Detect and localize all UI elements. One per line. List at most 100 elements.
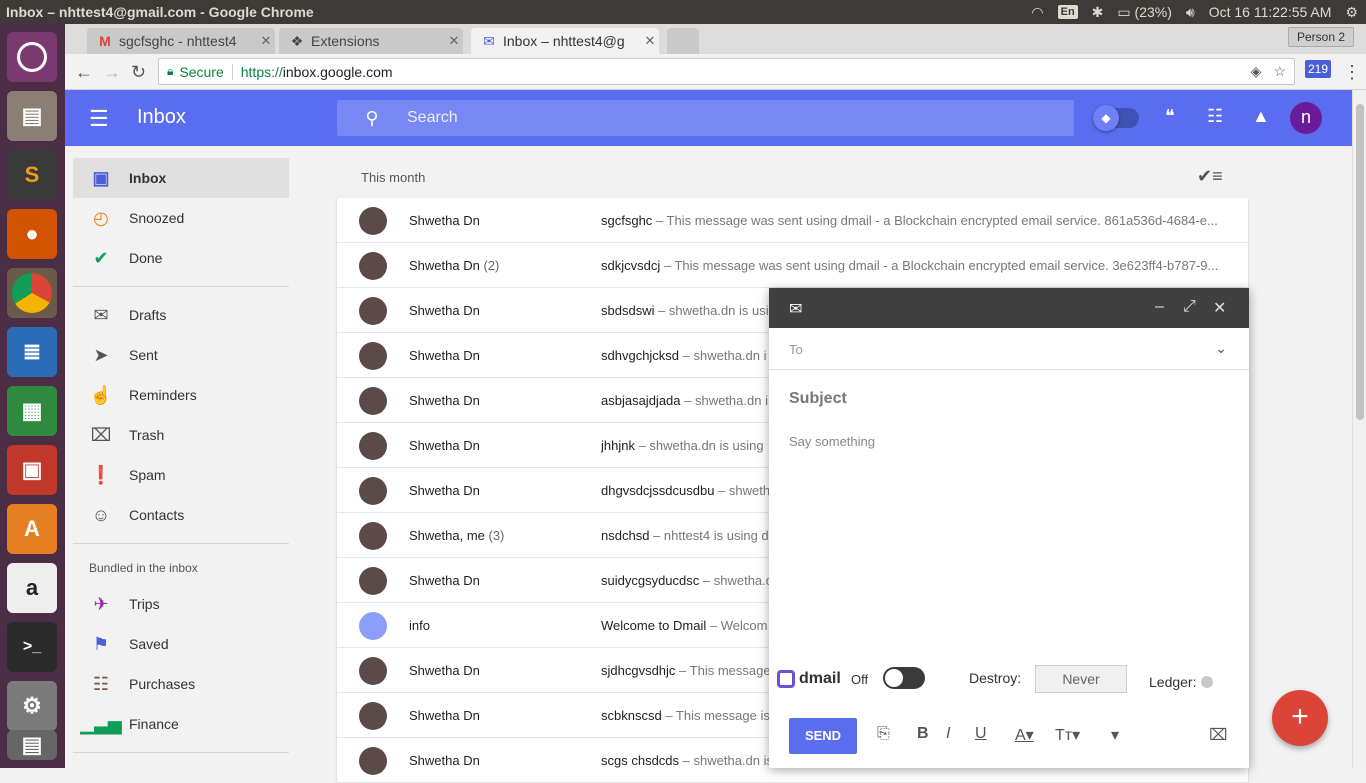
message-row[interactable]: Shwetha Dn (2) sdkjcvsdcj – This message … (337, 243, 1248, 288)
sidebar-item-done[interactable]: ✔ Done (73, 238, 289, 278)
trash-launcher-icon[interactable]: ▤ (7, 730, 57, 760)
bluetooth-icon[interactable]: ✱ (1092, 4, 1104, 21)
tab-extensions[interactable]: ❖ Extensions ✕ (279, 28, 463, 54)
subject-field[interactable]: Subject (789, 390, 847, 408)
impress-icon[interactable]: ▣ (7, 445, 57, 495)
sender-avatar[interactable] (359, 567, 387, 595)
sidebar-item-inbox[interactable]: ▣ Inbox (73, 158, 289, 198)
sender-avatar[interactable] (359, 252, 387, 280)
sender-avatar[interactable] (359, 702, 387, 730)
more-formatting-icon[interactable]: ▾ (1111, 725, 1119, 745)
mark-all-done-icon[interactable]: ✔≡ (1197, 166, 1223, 187)
reload-icon[interactable]: ↻ (131, 62, 146, 83)
compose-fab-button[interactable]: + (1272, 690, 1328, 746)
notifications-bell-icon[interactable]: ▲ (1252, 106, 1270, 127)
tab-inbox[interactable]: ✉ Inbox – nhttest4@g ✕ (471, 28, 659, 54)
dmail-encrypt-toggle[interactable] (883, 667, 925, 689)
text-color-icon[interactable]: A▾ (1015, 725, 1034, 745)
profile-button[interactable]: Person 2 (1287, 27, 1354, 47)
ubuntu-dash-icon[interactable] (7, 32, 57, 82)
scrollbar-thumb[interactable] (1356, 104, 1364, 420)
pin-icon: ◆ (1093, 105, 1119, 131)
contact-icon: ☺ (91, 504, 111, 525)
sidebar-item-reminders[interactable]: ☝ Reminders (73, 375, 289, 415)
bold-icon[interactable]: B (917, 725, 929, 743)
ledger-toggle[interactable] (1201, 676, 1213, 688)
tab-gmail[interactable]: M sgcfsghc - nhttest4 ✕ (87, 28, 275, 54)
pinned-toggle[interactable]: ◆ (1093, 105, 1139, 131)
chrome-menu-icon[interactable]: ⋮ (1343, 62, 1361, 83)
message-preview: – shwetha.dn i (679, 347, 767, 363)
sender-avatar[interactable] (359, 297, 387, 325)
close-icon[interactable]: ✕ (257, 33, 275, 49)
system-settings-icon[interactable]: ⚙ (7, 681, 57, 731)
sidebar-item-contacts[interactable]: ☺ Contacts (73, 495, 289, 535)
close-icon[interactable]: ✕ (641, 33, 659, 49)
font-size-icon[interactable]: Tт▾ (1055, 725, 1080, 745)
amazon-icon[interactable]: a (7, 563, 57, 613)
settings-gear-icon[interactable]: ⚙ (1345, 4, 1358, 21)
extension-badge[interactable]: 219 (1305, 60, 1332, 78)
clock[interactable]: Oct 16 11:22:55 AM (1209, 4, 1332, 20)
sender-avatar[interactable] (359, 477, 387, 505)
url-host: inbox.google.com (282, 63, 393, 80)
hangouts-icon[interactable]: ❝ (1165, 106, 1175, 127)
wifi-icon[interactable]: ◠ (1031, 4, 1043, 21)
software-center-icon[interactable]: A (7, 504, 57, 554)
terminal-icon[interactable]: >_ (7, 622, 57, 672)
sender-avatar[interactable] (359, 207, 387, 235)
body-field[interactable]: Say something (789, 434, 875, 449)
compose-window: ✉ – ⤢ ✕ To ⌄ Subject Say something dmail… (769, 288, 1249, 768)
chart-icon: ▁▃▅ (80, 713, 122, 734)
sidebar-item-drafts[interactable]: ✉ Drafts (73, 295, 289, 335)
address-bar[interactable]: 🔒︎ Secure https://inbox.google.com ◈ ☆ (158, 58, 1295, 85)
minimize-icon[interactable]: – (1155, 298, 1164, 316)
close-icon[interactable]: ✕ (1213, 298, 1226, 318)
sender-avatar[interactable] (359, 522, 387, 550)
writer-icon[interactable]: ≣ (7, 327, 57, 377)
sender-avatar[interactable] (359, 387, 387, 415)
underline-icon[interactable]: U (975, 725, 987, 743)
sender-avatar[interactable] (359, 657, 387, 685)
sidebar-item-trash[interactable]: ⌧ Trash (73, 415, 289, 455)
forward-icon[interactable]: → (103, 62, 121, 83)
sidebar-item-snoozed[interactable]: ◴ Snoozed (73, 198, 289, 238)
files-icon[interactable]: ▤ (7, 91, 57, 141)
sidebar-item-trips[interactable]: ✈ Trips (73, 584, 289, 624)
calc-icon[interactable]: ▦ (7, 386, 57, 436)
firefox-icon[interactable]: ● (7, 209, 57, 259)
account-avatar[interactable]: n (1290, 102, 1322, 134)
sender-avatar[interactable] (359, 747, 387, 775)
hamburger-menu-icon[interactable]: ☰ (89, 106, 109, 132)
message-row[interactable]: Shwetha Dn sgcfsghc – This message was s… (337, 198, 1248, 243)
send-button[interactable]: SEND (789, 718, 857, 754)
battery-indicator[interactable]: ▭ (23%) (1117, 4, 1171, 21)
page-scrollbar[interactable] (1352, 90, 1366, 768)
chevron-down-icon[interactable]: ⌄ (1215, 340, 1227, 357)
to-field[interactable]: To ⌄ (769, 328, 1249, 370)
italic-icon[interactable]: I (946, 725, 950, 743)
input-language[interactable]: En (1057, 5, 1078, 19)
view-site-info-icon[interactable]: ◈ (1251, 63, 1262, 80)
sublime-text-icon[interactable]: S (7, 150, 57, 200)
close-icon[interactable]: ✕ (445, 33, 463, 49)
search-box[interactable]: ⚲ Search (337, 100, 1074, 136)
sender-avatar[interactable] (359, 612, 387, 640)
sender-avatar[interactable] (359, 432, 387, 460)
sender-avatar[interactable] (359, 342, 387, 370)
apps-grid-icon[interactable]: ☷ (1207, 106, 1223, 127)
discard-trash-icon[interactable]: ⌧ (1209, 725, 1227, 745)
chrome-icon[interactable] (7, 268, 57, 318)
destroy-select[interactable]: Never (1035, 665, 1127, 693)
expand-icon[interactable]: ⤢ (1183, 298, 1196, 316)
sidebar-item-purchases[interactable]: ☷ Purchases (73, 664, 289, 704)
sidebar-item-finance[interactable]: ▁▃▅ Finance (73, 704, 289, 744)
sidebar-item-sent[interactable]: ➤ Sent (73, 335, 289, 375)
sidebar-item-saved[interactable]: ⚑ Saved (73, 624, 289, 664)
attach-icon[interactable]: ⎘ (877, 725, 890, 743)
back-icon[interactable]: ← (75, 62, 93, 83)
volume-icon[interactable]: 🔊︎ (1186, 4, 1195, 21)
new-tab-button[interactable] (667, 28, 699, 54)
bookmark-star-icon[interactable]: ☆ (1273, 63, 1286, 80)
sidebar-item-spam[interactable]: ❗ Spam (73, 455, 289, 495)
